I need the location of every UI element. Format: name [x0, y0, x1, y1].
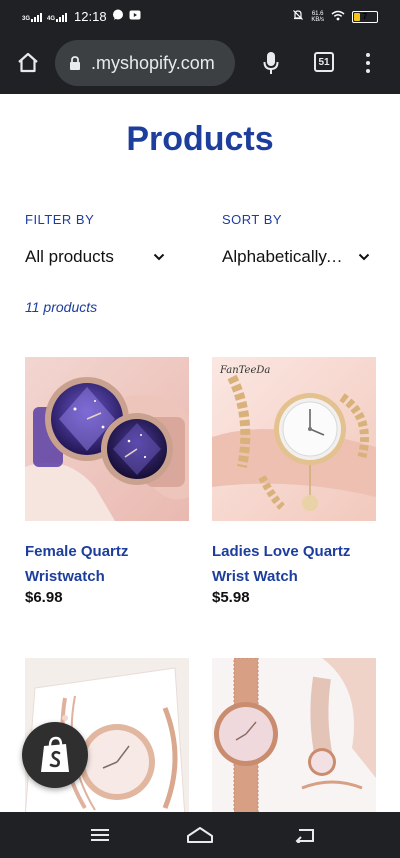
tab-switcher-button[interactable]: 51 [314, 52, 334, 72]
product-card[interactable]: Female Quartz Wristwatch $6.98 [25, 357, 189, 606]
signal-icon [56, 12, 68, 22]
filter-label: FILTER BY [25, 212, 95, 227]
network-4g-indicator: 4G [47, 12, 68, 22]
data-speed: 61.6 KB/s [311, 11, 324, 23]
product-image[interactable] [25, 357, 189, 521]
url-text: .myshopify.com [91, 52, 215, 73]
product-name[interactable]: Ladies Love Quartz Wrist Watch [212, 539, 376, 589]
message-icon [112, 9, 124, 24]
home-nav-icon [187, 827, 213, 843]
sort-label: SORT BY [222, 212, 283, 227]
address-bar[interactable]: .myshopify.com [55, 40, 235, 86]
chevron-down-icon [358, 251, 370, 263]
lock-icon [70, 55, 80, 70]
product-image[interactable] [212, 658, 376, 812]
shopify-badge-button[interactable] [22, 722, 88, 788]
back-icon [295, 829, 314, 843]
status-right: 61.6 KB/s 7 [292, 9, 378, 24]
voice-search-button[interactable] [258, 49, 284, 77]
youtube-icon [129, 9, 141, 24]
browser-toolbar: .myshopify.com 51 [0, 32, 400, 94]
product-price: $5.98 [212, 589, 250, 606]
filter-value: All products [25, 247, 114, 266]
network-3g-indicator: 3G [22, 12, 43, 22]
page-title: Products [126, 120, 274, 158]
browser-home-button[interactable] [14, 49, 42, 77]
network-4g-label: 4G [47, 15, 56, 22]
hamburger-icon [91, 829, 109, 841]
shopify-bag-icon [41, 736, 69, 772]
product-price: $6.98 [25, 589, 63, 606]
signal-icon [31, 12, 43, 22]
system-home-button[interactable] [185, 822, 215, 848]
sort-select[interactable]: Alphabetically, A-Z [222, 244, 370, 270]
speed-value: 61.6 [311, 10, 324, 17]
network-3g-label: 3G [22, 15, 31, 22]
more-vert-icon[interactable] [360, 49, 376, 77]
clock: 12:18 [74, 9, 107, 24]
mic-icon [263, 52, 279, 74]
product-name[interactable]: Female Quartz Wristwatch [25, 539, 189, 589]
back-button[interactable] [292, 822, 318, 848]
battery-icon: 7 [352, 10, 378, 23]
mute-icon [292, 9, 304, 24]
wifi-icon [331, 10, 345, 24]
battery-level: 7 [362, 11, 368, 21]
product-image[interactable]: FanTeeDa [212, 357, 376, 521]
status-bar: 3G 4G 12:18 61.6 KB/s 7 [0, 0, 400, 32]
product-card[interactable]: FanTeeDa Ladies Love Quartz Wrist Watch … [212, 357, 376, 606]
watermark-text: FanTeeDa [219, 365, 270, 376]
system-nav-bar [0, 812, 400, 858]
page-content: Products FILTER BY All products SORT BY … [0, 94, 400, 812]
home-icon [18, 52, 38, 73]
status-left: 3G 4G 12:18 [22, 9, 141, 24]
product-card[interactable] [212, 658, 376, 812]
filter-select[interactable]: All products [25, 244, 165, 270]
sort-value: Alphabetically, A-Z [222, 247, 344, 266]
recent-apps-button[interactable] [87, 822, 113, 848]
product-count: 11 products [25, 299, 98, 315]
speed-unit: KB/s [311, 16, 324, 23]
chevron-down-icon [153, 251, 165, 263]
